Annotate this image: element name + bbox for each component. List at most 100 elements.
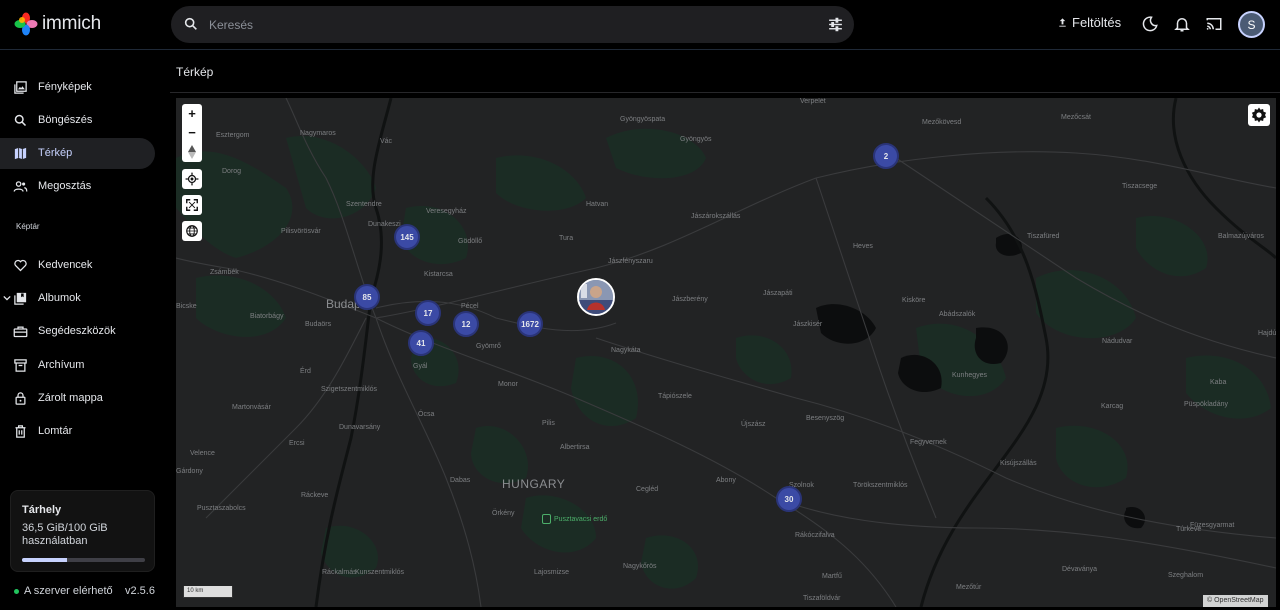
- app-name: immich: [42, 13, 101, 34]
- cast-icon[interactable]: [1205, 15, 1223, 33]
- place-label: Martonvásár: [232, 404, 271, 411]
- sidebar-item-label: Albumok: [38, 292, 81, 304]
- place-label: Törökszentmiklós: [853, 482, 908, 489]
- photo-thumbnail: [579, 280, 613, 314]
- map-terrain: [176, 98, 1276, 607]
- place-label: Velence: [190, 450, 215, 457]
- place-label: Tápiószele: [658, 393, 692, 400]
- place-label: Bicske: [176, 303, 197, 310]
- place-label: Zsámbék: [210, 269, 239, 276]
- globe-projection-button[interactable]: [182, 221, 202, 241]
- place-label: Tiszaföldvár: [803, 595, 841, 602]
- place-label: Ráckeve: [301, 492, 329, 499]
- zoom-out-button[interactable]: −: [182, 123, 202, 142]
- photos-icon: [14, 81, 27, 94]
- place-label: Tiszafüred: [1027, 233, 1060, 240]
- sidebar-item-label: Lomtár: [38, 425, 73, 437]
- place-label: Balmazújváros: [1218, 233, 1264, 240]
- avatar-initial: S: [1247, 17, 1256, 32]
- place-label: Gyál: [413, 363, 428, 370]
- sidebar-item-label: Kedvencek: [38, 259, 93, 271]
- heart-icon: [14, 259, 27, 272]
- place-label: Dévaványa: [1062, 566, 1098, 573]
- place-label: Kaba: [1210, 379, 1227, 386]
- library-section-label: Képtár: [16, 222, 40, 231]
- server-status-label: A szerver elérhető: [24, 585, 113, 597]
- place-label: Veresegyház: [426, 208, 467, 215]
- place-label: Jászapáti: [763, 290, 793, 297]
- map-cluster-marker[interactable]: 1672: [517, 311, 543, 337]
- place-label: Esztergom: [216, 132, 250, 139]
- map-cluster-marker[interactable]: 145: [394, 224, 420, 250]
- map-cluster-marker[interactable]: 12: [453, 311, 479, 337]
- globe-icon: [186, 225, 198, 237]
- compass-reset-button[interactable]: [182, 142, 202, 161]
- immich-logo-icon: [14, 12, 38, 36]
- storage-progress-bar: [22, 558, 145, 562]
- sidebar-item-label: Megosztás: [38, 180, 92, 192]
- compass-icon: [188, 144, 196, 159]
- notifications-bell-icon[interactable]: [1173, 15, 1191, 33]
- map-cluster-marker[interactable]: 30: [776, 486, 802, 512]
- storage-usage: 36,5 GiB/100 GiB használatban: [22, 522, 108, 547]
- sidebar-item-locked-folder[interactable]: Zárolt mappa: [0, 383, 155, 414]
- place-label: Nagykőrös: [623, 563, 657, 570]
- chevron-down-icon[interactable]: [3, 294, 11, 302]
- fullscreen-button[interactable]: [182, 195, 202, 215]
- map-cluster-marker[interactable]: 2: [873, 143, 899, 169]
- place-label: Rákóczifalva: [795, 532, 835, 539]
- storage-card[interactable]: Tárhely 36,5 GiB/100 GiB használatban: [10, 490, 155, 572]
- map-view[interactable]: Verpelét Mezőkövesd Mezőcsát Gyöngyöspata Gy…: [176, 98, 1276, 607]
- locate-icon: [185, 172, 199, 186]
- place-label: Monor: [498, 381, 518, 388]
- sidebar-item-map[interactable]: Térkép: [0, 138, 155, 169]
- place-label: Jászárokszállás: [691, 213, 741, 220]
- upload-button[interactable]: Feltöltés: [1057, 15, 1121, 30]
- place-label: Heves: [853, 243, 873, 250]
- sidebar-item-photos[interactable]: Fényképek: [0, 72, 155, 103]
- place-label: Gyöngyöspata: [620, 116, 666, 123]
- place-label: Biatorbágy: [250, 313, 284, 320]
- place-label: Gárdony: [176, 468, 203, 475]
- cluster-count: 85: [362, 292, 372, 302]
- sidebar-item-favorites[interactable]: Kedvencek: [0, 250, 155, 281]
- server-version[interactable]: v2.5.6: [125, 585, 155, 597]
- map-cluster-marker[interactable]: 85: [354, 284, 380, 310]
- sidebar-item-archive[interactable]: Archívum: [0, 350, 155, 381]
- map-scale: 10 km: [183, 586, 233, 598]
- map-cluster-marker[interactable]: 17: [415, 300, 441, 326]
- country-label: HUNGARY: [502, 477, 566, 491]
- sidebar-item-utilities[interactable]: Segédeszközök: [0, 316, 155, 347]
- photo-marker[interactable]: [577, 278, 615, 316]
- search-icon[interactable]: [183, 16, 199, 32]
- user-avatar[interactable]: S: [1238, 11, 1265, 38]
- map-settings-button[interactable]: [1248, 104, 1270, 126]
- app-logo[interactable]: immich: [14, 12, 101, 36]
- map-attribution[interactable]: © OpenStreetMap: [1203, 595, 1268, 607]
- title-divider: [170, 92, 1280, 93]
- place-label: Gödöllő: [458, 238, 483, 245]
- search-input[interactable]: [209, 6, 809, 43]
- sidebar-item-label: Zárolt mappa: [38, 392, 103, 404]
- place-label: Pilisvörösvár: [281, 228, 321, 235]
- map-cluster-marker[interactable]: 41: [408, 330, 434, 356]
- search-filter-icon[interactable]: [827, 16, 844, 33]
- sidebar-item-sharing[interactable]: Megosztás: [0, 171, 155, 202]
- toolbox-icon: [13, 326, 28, 338]
- album-icon: [14, 292, 27, 305]
- search-bar[interactable]: [171, 6, 854, 43]
- cluster-count: 41: [416, 338, 426, 348]
- zoom-in-button[interactable]: +: [182, 104, 202, 123]
- sidebar-item-label: Fényképek: [38, 81, 92, 93]
- theme-toggle-icon[interactable]: [1141, 15, 1159, 33]
- sidebar-item-explore[interactable]: Böngészés: [0, 105, 155, 136]
- geolocate-button[interactable]: [182, 169, 202, 189]
- forest-poi-icon: [542, 514, 551, 524]
- poi-forest[interactable]: Pusztavacsi erdő: [542, 514, 607, 524]
- place-label: Gyömrő: [476, 343, 501, 350]
- sidebar-item-albums[interactable]: Albumok: [0, 283, 155, 314]
- place-label: Kistarcsa: [424, 271, 453, 278]
- place-label: Vác: [380, 138, 393, 145]
- place-label: Pilis: [542, 420, 555, 427]
- sidebar-item-trash[interactable]: Lomtár: [0, 416, 155, 447]
